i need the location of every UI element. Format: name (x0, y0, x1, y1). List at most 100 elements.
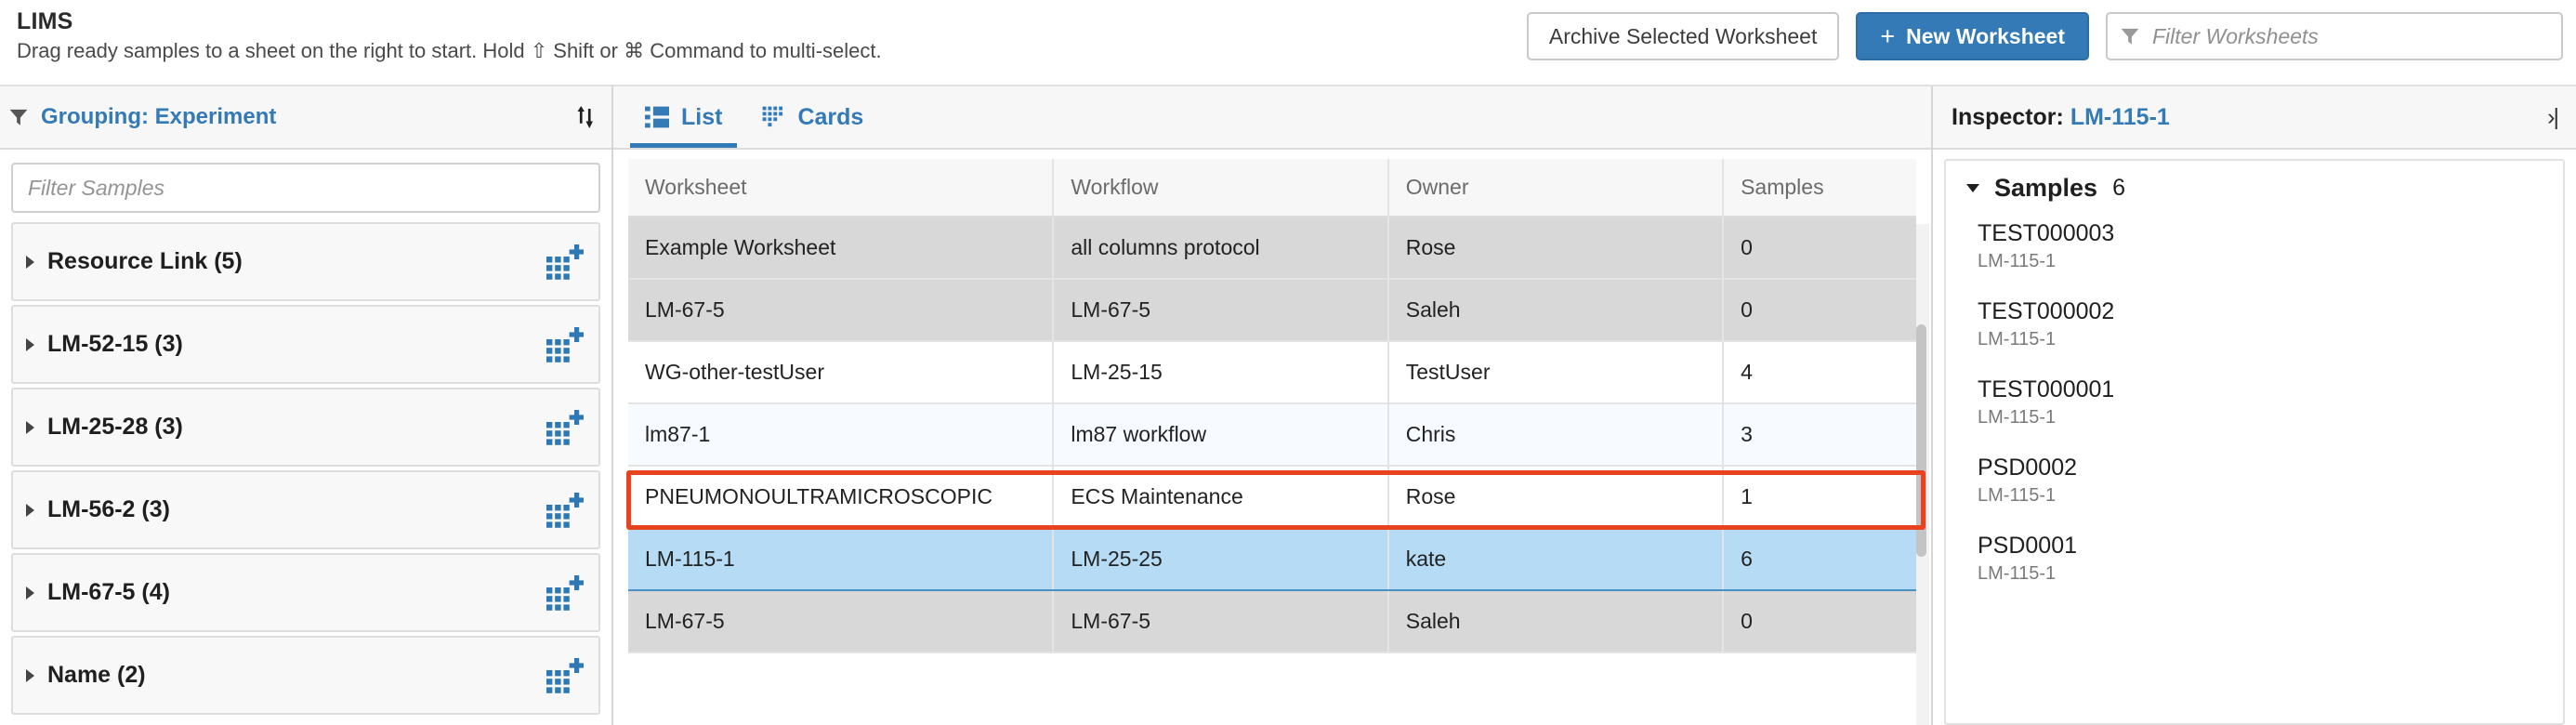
samples-section-header[interactable]: Samples 6 (1946, 174, 2563, 219)
sidebar-filter-wrap: Filter Samples (0, 150, 611, 222)
cell-worksheet[interactable]: LM-67-5 (628, 590, 1055, 653)
app-title: LIMS (17, 8, 73, 34)
archive-selected-worksheet-button[interactable]: Archive Selected Worksheet (1526, 12, 1840, 60)
cell-samples: 0 (1723, 590, 1916, 653)
table-scrollbar-track[interactable] (1916, 224, 1929, 725)
table-row[interactable]: LM-115-1 LM-25-25 kate 6 (628, 527, 1916, 591)
add-to-grid-icon[interactable] (546, 657, 584, 694)
inspector-sample-item[interactable]: TEST000002 LM-115-1 (1946, 297, 2563, 376)
cell-owner: kate (1387, 527, 1725, 591)
inspector-sample-item[interactable]: PSD0001 LM-115-1 (1946, 532, 2563, 610)
chevron-right-icon[interactable] (26, 337, 34, 351)
sample-name: TEST000001 (1978, 376, 2115, 402)
cell-samples: 1 (1723, 466, 1916, 529)
tab-cards[interactable]: Cards (746, 86, 878, 148)
sidebar-group-item[interactable]: LM-52-15 (3) (11, 305, 600, 384)
cell-samples: 0 (1723, 217, 1916, 280)
tab-label: Cards (797, 103, 864, 130)
sidebar-group-item[interactable]: LM-25-28 (3) (11, 388, 600, 467)
inspector-header: Inspector: LM-115-1 ›| (1933, 86, 2576, 150)
cell-worksheet[interactable]: Example Worksheet (628, 217, 1055, 280)
sidebar-group-item[interactable]: LM-67-5 (4) (11, 553, 600, 632)
chevron-right-icon[interactable] (26, 503, 34, 517)
filter-worksheets-input[interactable]: Filter Worksheets (2106, 12, 2563, 60)
sidebar-group-item[interactable]: Name (2) (11, 636, 600, 715)
filter-samples-placeholder: Filter Samples (28, 175, 164, 200)
worksheets-panel: List Cards Worksheet Workflow Owner Samples… (613, 86, 1933, 725)
sample-name: TEST000002 (1978, 298, 2115, 324)
sample-name: TEST000003 (1978, 220, 2115, 246)
table-header-row: Worksheet Workflow Owner Samples (628, 159, 1916, 218)
sample-worksheet-ref: LM-115-1 (1978, 563, 2057, 584)
inspector-worksheet-name[interactable]: LM-115-1 (2070, 104, 2170, 130)
collapse-inspector-icon[interactable]: ›| (2547, 104, 2561, 131)
cell-workflow: LM-67-5 (1053, 590, 1389, 653)
chevron-right-icon[interactable] (26, 255, 34, 269)
chevron-right-icon[interactable] (26, 586, 34, 600)
plus-icon: + (1880, 21, 1896, 50)
table-row[interactable]: WG-other-testUser LM-25-15 TestUser 4 (628, 341, 1916, 404)
samples-card: Samples 6 TEST000003 LM-115-1 TEST000002 LM… (1944, 159, 2565, 725)
inspector-panel: Inspector: LM-115-1 ›| Samples 6 TEST000… (1933, 86, 2576, 725)
brand-block: LIMS Drag ready samples to a sheet on th… (15, 7, 882, 64)
cell-worksheet[interactable]: lm87-1 (628, 403, 1055, 467)
chevron-right-icon[interactable] (26, 668, 34, 682)
view-mode-tabs: List Cards (613, 86, 1931, 150)
add-to-grid-icon[interactable] (546, 574, 584, 612)
table-row[interactable]: Example Worksheet all columns protocol Ros… (628, 217, 1916, 280)
cell-worksheet[interactable]: LM-67-5 (628, 279, 1055, 342)
inspector-title-prefix: Inspector: (1952, 103, 2064, 130)
inspector-sample-item[interactable]: TEST000001 LM-115-1 (1946, 376, 2563, 454)
table-row[interactable]: LM-67-5 LM-67-5 Saleh 0 (628, 590, 1916, 653)
chevron-right-icon[interactable] (26, 420, 34, 434)
filter-samples-input[interactable]: Filter Samples (11, 163, 600, 213)
column-header-samples[interactable]: Samples (1723, 159, 1916, 218)
cell-owner: Rose (1387, 217, 1725, 280)
samples-sidebar: Grouping: Experiment Filter Samples Reso… (0, 86, 613, 725)
app-subtitle: Drag ready samples to a sheet on the rig… (17, 39, 882, 62)
worksheets-table: Worksheet Workflow Owner Samples Example Wo… (628, 159, 1916, 653)
filter-worksheets-placeholder: Filter Worksheets (2152, 23, 2319, 48)
sample-name: PSD0001 (1978, 533, 2078, 559)
sort-updown-icon[interactable] (574, 103, 595, 131)
new-worksheet-button[interactable]: + New Worksheet (1856, 12, 2089, 60)
tab-label: List (681, 103, 723, 130)
inspector-sample-item[interactable]: TEST000003 LM-115-1 (1946, 219, 2563, 297)
cell-owner: TestUser (1387, 341, 1725, 404)
cell-workflow: all columns protocol (1053, 217, 1389, 280)
cell-workflow: ECS Maintenance (1053, 466, 1389, 529)
column-header-workflow[interactable]: Workflow (1053, 159, 1389, 218)
add-to-grid-icon[interactable] (546, 326, 584, 363)
cell-workflow: LM-25-15 (1053, 341, 1389, 404)
inspector-title: Inspector: LM-115-1 (1952, 104, 2547, 131)
cell-worksheet[interactable]: WG-other-testUser (628, 341, 1055, 404)
tab-list[interactable]: List (630, 86, 738, 148)
cell-worksheet[interactable]: LM-115-1 (628, 527, 1055, 591)
cell-worksheet[interactable]: PNEUMONOULTRAMICROSCOPIC (628, 466, 1055, 529)
grouping-label[interactable]: Grouping: Experiment (41, 104, 561, 130)
sidebar-group-item[interactable]: Resource Link (5) (11, 222, 600, 301)
sidebar-header: Grouping: Experiment (0, 86, 611, 150)
table-body: Example Worksheet all columns protocol Ros… (628, 217, 1916, 653)
new-worksheet-label: New Worksheet (1906, 23, 2065, 48)
cell-owner: Rose (1387, 466, 1725, 529)
sidebar-group-label: LM-52-15 (3) (47, 331, 183, 357)
cards-view-icon (763, 106, 783, 127)
sample-worksheet-ref: LM-115-1 (1978, 407, 2057, 428)
cell-owner: Chris (1387, 403, 1725, 467)
column-header-owner[interactable]: Owner (1387, 159, 1725, 218)
sidebar-group-item[interactable]: LM-56-2 (3) (11, 470, 600, 549)
cell-workflow: LM-67-5 (1053, 279, 1389, 342)
add-to-grid-icon[interactable] (546, 492, 584, 529)
table-row[interactable]: lm87-1 lm87 workflow Chris 3 (628, 403, 1916, 467)
column-header-worksheet[interactable]: Worksheet (628, 159, 1055, 218)
table-scrollbar-thumb[interactable] (1916, 324, 1926, 557)
samples-section-count: 6 (2112, 175, 2125, 201)
cell-samples: 0 (1723, 279, 1916, 342)
inspector-sample-item[interactable]: PSD0002 LM-115-1 (1946, 454, 2563, 532)
add-to-grid-icon[interactable] (546, 244, 584, 281)
table-row[interactable]: PNEUMONOULTRAMICROSCOPIC ECS Maintenance R… (628, 466, 1916, 529)
table-row[interactable]: LM-67-5 LM-67-5 Saleh 0 (628, 279, 1916, 342)
add-to-grid-icon[interactable] (546, 409, 584, 446)
sample-group-list: Resource Link (5) LM-52-15 (3) LM-25-28 … (0, 222, 611, 725)
